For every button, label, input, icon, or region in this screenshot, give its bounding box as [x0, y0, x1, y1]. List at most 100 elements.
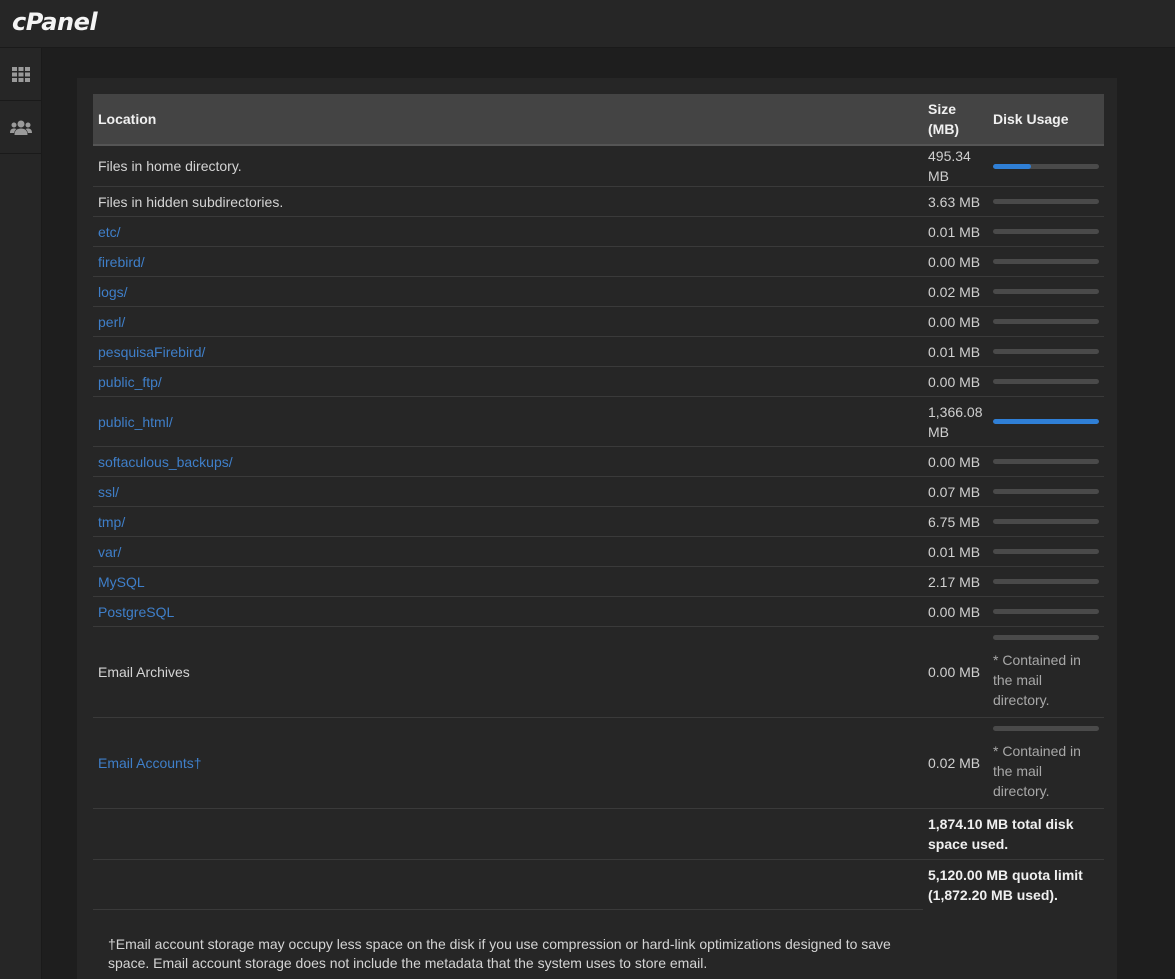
location-link[interactable]: logs/	[98, 284, 128, 300]
usage-cell	[988, 186, 1104, 217]
size-column-header[interactable]: Size (MB)	[923, 94, 988, 146]
size-cell: 0.01 MB	[923, 216, 988, 247]
table-row: Email Archives 0.00 MB * Contained in the …	[93, 626, 1104, 718]
table-row: softaculous_backups/0.00 MB	[93, 446, 1104, 477]
location-cell: Email Accounts†	[93, 717, 923, 809]
table-row: PostgreSQL 0.00 MB	[93, 596, 1104, 627]
size-cell: 0.02 MB	[923, 276, 988, 307]
location-link[interactable]: Email Accounts†	[98, 755, 202, 771]
size-cell: 6.75 MB	[923, 506, 988, 537]
usage-bar	[993, 634, 1099, 640]
location-cell: PostgreSQL	[93, 596, 923, 627]
location-cell: Files in hidden subdirectories.	[93, 186, 923, 217]
disk-usage-table: Location Size (MB) Disk Usage Files in h…	[93, 94, 1104, 910]
size-cell: 0.00 MB	[923, 626, 988, 718]
location-cell: public_ftp/	[93, 366, 923, 397]
usage-cell	[988, 145, 1104, 187]
size-cell: 1,366.08 MB	[923, 396, 988, 447]
usage-bar	[993, 229, 1099, 234]
email-storage-footnote: †Email account storage may occupy less s…	[108, 936, 891, 971]
sidebar-tools-button[interactable]	[0, 48, 41, 101]
size-cell: 0.00 MB	[923, 366, 988, 397]
size-cell: 0.07 MB	[923, 476, 988, 507]
location-cell: Email Archives	[93, 626, 923, 718]
size-cell: 0.02 MB	[923, 717, 988, 809]
usage-bar	[993, 199, 1099, 204]
table-row: Files in hidden subdirectories. 3.63 MB	[93, 186, 1104, 217]
usage-cell	[988, 216, 1104, 247]
location-link[interactable]: etc/	[98, 224, 121, 240]
usage-bar	[993, 319, 1099, 324]
usage-cell	[988, 596, 1104, 627]
usage-cell	[988, 306, 1104, 337]
table-row: Email Accounts† 0.02 MB * Contained in the…	[93, 717, 1104, 809]
usage-cell	[988, 476, 1104, 507]
location-link[interactable]: PostgreSQL	[98, 604, 174, 620]
location-cell: etc/	[93, 216, 923, 247]
usage-cell	[988, 396, 1104, 447]
usage-cell	[988, 366, 1104, 397]
size-cell: 0.00 MB	[923, 596, 988, 627]
users-icon	[9, 120, 32, 135]
usage-bar	[993, 609, 1099, 614]
location-link[interactable]: firebird/	[98, 254, 145, 270]
location-label: Email Archives	[98, 664, 190, 680]
location-link[interactable]: pesquisaFirebird/	[98, 344, 205, 360]
location-link[interactable]: MySQL	[98, 574, 145, 590]
size-cell: 0.01 MB	[923, 336, 988, 367]
table-row: etc/0.01 MB	[93, 216, 1104, 247]
usage-cell: * Contained in the mail directory.	[988, 626, 1104, 718]
location-cell: firebird/	[93, 246, 923, 277]
location-link[interactable]: perl/	[98, 314, 125, 330]
location-link[interactable]: ssl/	[98, 484, 119, 500]
sidebar-users-button[interactable]	[0, 101, 41, 154]
location-cell: softaculous_backups/	[93, 446, 923, 477]
location-label: Files in hidden subdirectories.	[98, 193, 284, 210]
usage-bar	[993, 259, 1099, 264]
location-link[interactable]: var/	[98, 544, 121, 560]
location-column-header[interactable]: Location	[93, 94, 923, 146]
location-cell: Files in home directory.	[93, 145, 923, 187]
cpanel-logo[interactable]: cPanel	[12, 8, 98, 36]
usage-bar	[993, 289, 1099, 294]
location-cell: var/	[93, 536, 923, 567]
size-cell: 2.17 MB	[923, 566, 988, 597]
size-cell: 0.01 MB	[923, 536, 988, 567]
location-cell: pesquisaFirebird/	[93, 336, 923, 367]
size-cell: 495.34 MB	[923, 145, 988, 187]
table-row: logs/0.02 MB	[93, 276, 1104, 307]
usage-bar-fill	[993, 419, 1099, 424]
usage-bar	[993, 725, 1099, 731]
size-cell: 0.00 MB	[923, 446, 988, 477]
location-link[interactable]: public_ftp/	[98, 374, 162, 390]
usage-cell	[988, 246, 1104, 277]
usage-bar-fill	[993, 163, 1032, 169]
table-row: tmp/6.75 MB	[93, 506, 1104, 537]
location-link[interactable]: softaculous_backups/	[98, 454, 233, 470]
location-cell: tmp/	[93, 506, 923, 537]
size-cell: 3.63 MB	[923, 186, 988, 217]
table-row: public_html/1,366.08 MB	[93, 396, 1104, 447]
quota-limit: 5,120.00 MB quota limit (1,872.20 MB use…	[928, 866, 1083, 903]
usage-bar	[993, 163, 1099, 169]
usage-note: * Contained in the mail directory.	[993, 742, 1081, 799]
location-cell: MySQL	[93, 566, 923, 597]
usage-bar	[993, 379, 1099, 384]
usage-bar	[993, 519, 1099, 524]
usage-cell	[988, 336, 1104, 367]
location-cell: ssl/	[93, 476, 923, 507]
location-link[interactable]: tmp/	[98, 514, 125, 530]
size-cell: 0.00 MB	[923, 246, 988, 277]
total-row: 1,874.10 MB total disk space used.	[93, 808, 1104, 860]
table-row: firebird/0.00 MB	[93, 246, 1104, 277]
location-link[interactable]: public_html/	[98, 414, 173, 430]
usage-note: * Contained in the mail directory.	[993, 651, 1081, 708]
usage-bar	[993, 349, 1099, 354]
table-row: public_ftp/0.00 MB	[93, 366, 1104, 397]
table-header-row: Location Size (MB) Disk Usage	[93, 94, 1104, 146]
usage-bar	[993, 549, 1099, 554]
usage-cell	[988, 446, 1104, 477]
location-cell: public_html/	[93, 396, 923, 447]
quota-row: 5,120.00 MB quota limit (1,872.20 MB use…	[93, 859, 1104, 910]
top-bar: cPanel	[0, 0, 1175, 48]
